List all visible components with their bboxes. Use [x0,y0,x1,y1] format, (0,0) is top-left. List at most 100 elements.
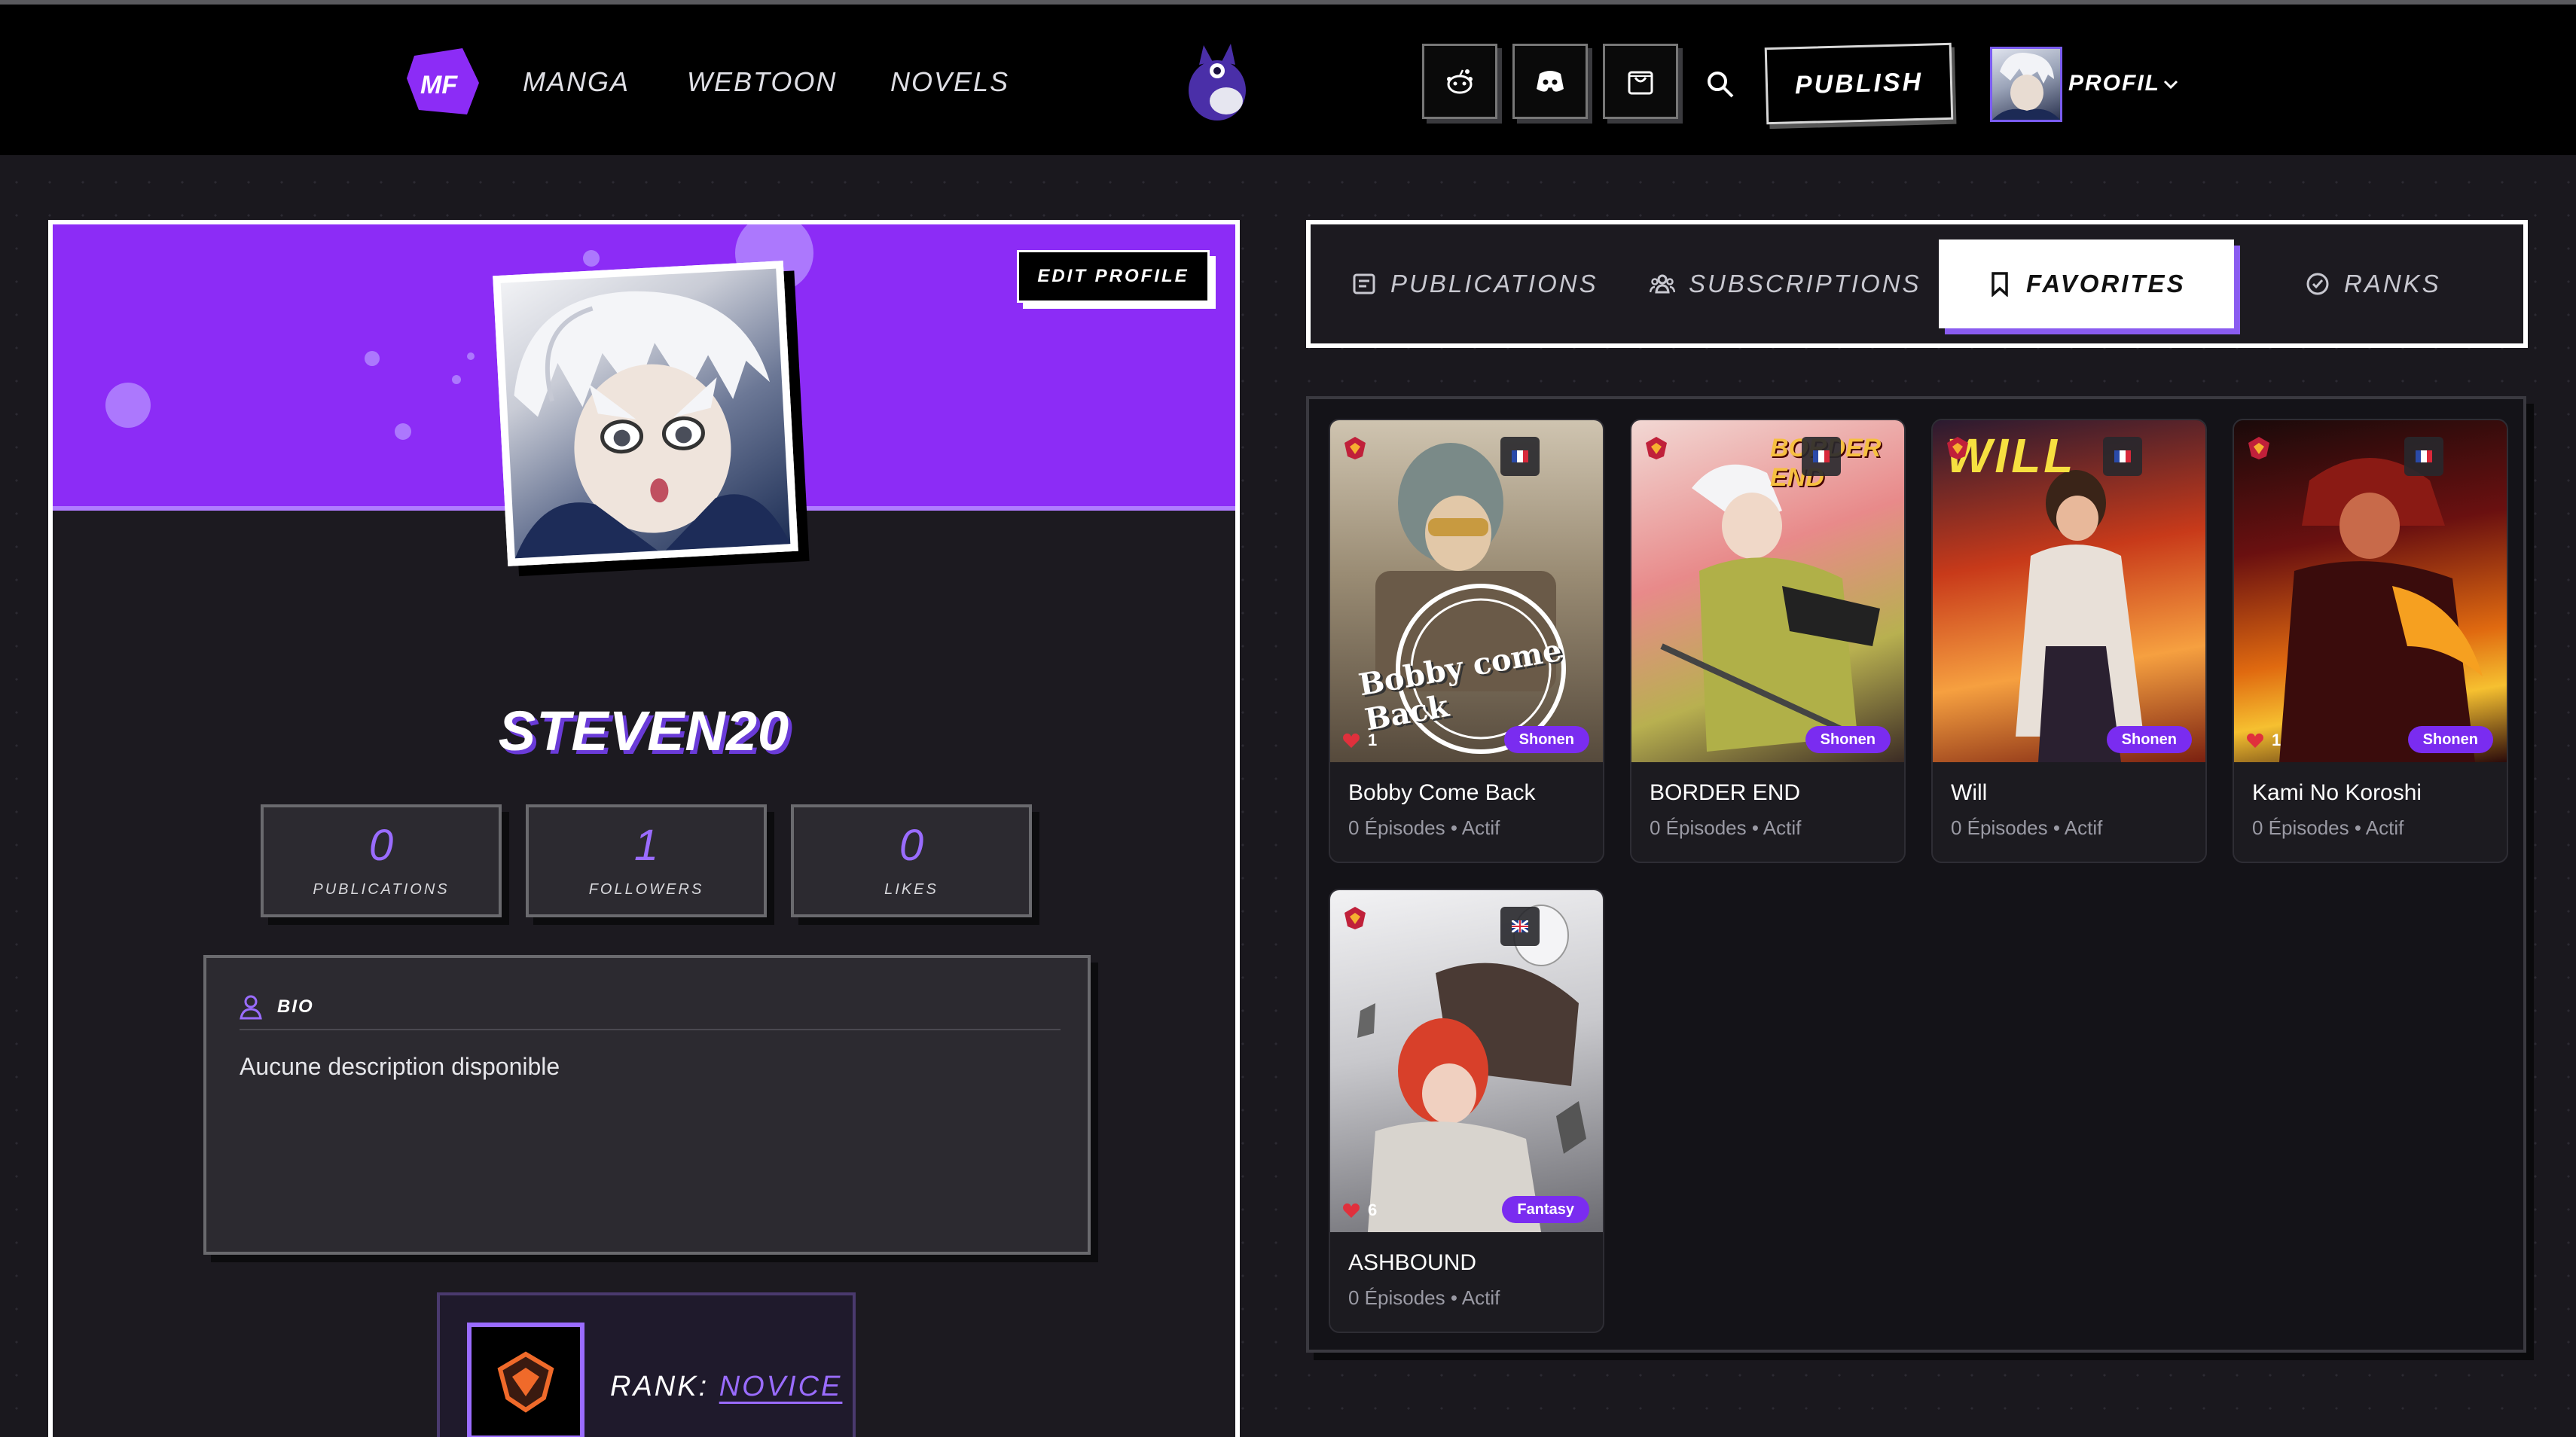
heart-icon [1343,733,1360,748]
search-icon[interactable] [1705,69,1735,99]
card-title[interactable]: BORDER END [1650,780,1800,806]
favorite-card-bobby-come-back[interactable]: Bobby come Back 1 Shonen Bobby Come Back… [1329,419,1604,863]
banner-bubble [467,352,475,360]
discord-button[interactable] [1512,44,1588,119]
card-cover: BORDER END [1631,420,1904,762]
card-cover: WILL [1933,420,2205,762]
stat-label: PUBLICATIONS [313,880,450,898]
seal-icon [1646,437,1667,459]
seal-icon [1344,437,1366,459]
favorite-card-border-end[interactable]: BORDER END Shonen BORDER END 0 Épisodes … [1630,419,1906,863]
profile-tabs: PUBLICATIONS SUBSCRIPTIONS FAVORITES RAN… [1306,220,2528,348]
bio-text: Aucune description disponible [240,1053,560,1080]
stat-publications[interactable]: 0 PUBLICATIONS [261,804,502,917]
tab-label: RANKS [2344,270,2441,297]
banner-bubble [365,351,380,366]
banner-bubble [452,375,461,384]
stat-value: 1 [633,820,659,870]
genre-badge: Shonen [2106,726,2192,753]
likes-count: 6 [1368,1201,1378,1219]
chevron-down-icon[interactable] [2160,74,2181,95]
rank-value-link[interactable]: NOVICE [719,1371,843,1402]
rank-badge [467,1323,584,1437]
profile-picture-art-icon [514,291,791,559]
bio-header: BIO [240,985,1061,1030]
reddit-icon [1447,69,1473,94]
flag-fr-icon [1813,450,1830,462]
tab-favorites[interactable]: FAVORITES [1939,240,2234,328]
shop-button[interactable] [1603,44,1678,119]
tab-ranks[interactable]: RANKS [2305,240,2441,328]
card-title[interactable]: Kami No Koroshi [2252,780,2422,806]
likes-count: 1 [2272,731,2281,749]
top-navigation: MF MANGA WEBTOON NOVELS PUBLISH PROFIL [0,5,2576,155]
card-cover: Bobby come Back [1330,420,1603,762]
favorite-card-will[interactable]: WILL Shonen Will 0 Épisodes • Actif [1931,419,2207,863]
users-icon [1650,274,1675,294]
favorite-card-kami-no-koroshi[interactable]: 1 Shonen Kami No Koroshi 0 Épisodes • Ac… [2233,419,2508,863]
bio-label: BIO [277,996,314,1017]
favorites-grid: Bobby come Back 1 Shonen Bobby Come Back… [1306,396,2526,1353]
card-cover [1330,890,1603,1232]
edit-profile-button[interactable]: EDIT PROFILE [1017,250,1210,303]
card-likes: 1 [1342,731,1377,750]
stat-likes[interactable]: 0 LIKES [791,804,1032,917]
profile-menu-label[interactable]: PROFIL [2068,71,2160,96]
rank-shield-icon [497,1351,554,1413]
banner-bubble [105,383,151,428]
favorite-card-ashbound[interactable]: 6 Fantasy ASHBOUND 0 Épisodes • Actif [1329,889,1604,1333]
tab-subscriptions[interactable]: SUBSCRIPTIONS [1650,240,1921,328]
language-flag [1500,437,1540,476]
publish-button[interactable]: PUBLISH [1764,42,1954,125]
banner-bubble [583,250,600,267]
card-title[interactable]: Bobby Come Back [1348,780,1535,806]
tab-label: PUBLICATIONS [1390,270,1598,297]
banner-bubble [395,423,411,440]
tab-publications[interactable]: PUBLICATIONS [1351,240,1598,328]
user-icon [240,995,262,1020]
document-icon [1353,273,1375,294]
cover-art-icon [1357,905,1586,1232]
discord-icon [1537,71,1564,92]
language-flag [2103,437,2142,476]
bio-section: BIO Aucune description disponible [203,955,1091,1255]
flag-fr-icon [2114,450,2131,462]
rank-label: RANK: NOVICE [610,1371,842,1403]
profile-avatar[interactable] [1990,47,2062,122]
genre-badge: Fantasy [1502,1196,1589,1223]
reddit-button[interactable] [1422,44,1497,119]
card-likes: 6 [1342,1201,1377,1220]
card-title[interactable]: Will [1951,780,1987,806]
heart-icon [1343,1203,1360,1218]
profile-picture[interactable] [493,261,798,566]
rank-prefix: RANK: [610,1371,710,1402]
profile-picture-image [500,268,791,559]
language-flag [1500,907,1540,946]
bookmark-icon [1992,272,2008,297]
genre-badge: Shonen [1503,726,1589,753]
card-meta: 0 Épisodes • Actif [1650,816,1802,839]
nav-link-webtoon[interactable]: WEBTOON [687,66,837,98]
nav-link-manga[interactable]: MANGA [523,66,630,98]
flag-fr-icon [1512,450,1528,462]
seal-icon [1947,437,1968,459]
tab-label: SUBSCRIPTIONS [1689,270,1921,297]
flag-uk-icon [1512,920,1528,932]
shopping-bag-icon [1628,71,1653,95]
language-flag [1802,437,1841,476]
stat-label: FOLLOWERS [588,880,704,898]
genre-badge: Shonen [2407,726,2493,753]
mascot-icon[interactable] [1181,38,1253,125]
card-title[interactable]: ASHBOUND [1348,1250,1476,1276]
site-logo-icon[interactable]: MF [404,45,484,119]
card-likes: 1 [2246,731,2281,750]
seal-icon [1344,907,1366,929]
genre-badge: Shonen [1805,726,1891,753]
stat-followers[interactable]: 1 FOLLOWERS [526,804,767,917]
nav-link-novels[interactable]: NOVELS [890,66,1009,98]
profile-username: STEVEN20 [498,700,790,762]
profile-stats: 0 PUBLICATIONS 1 FOLLOWERS 0 LIKES [261,804,1032,917]
stat-label: LIKES [884,880,939,898]
card-cover [2234,420,2507,762]
card-meta: 0 Épisodes • Actif [2252,816,2404,839]
